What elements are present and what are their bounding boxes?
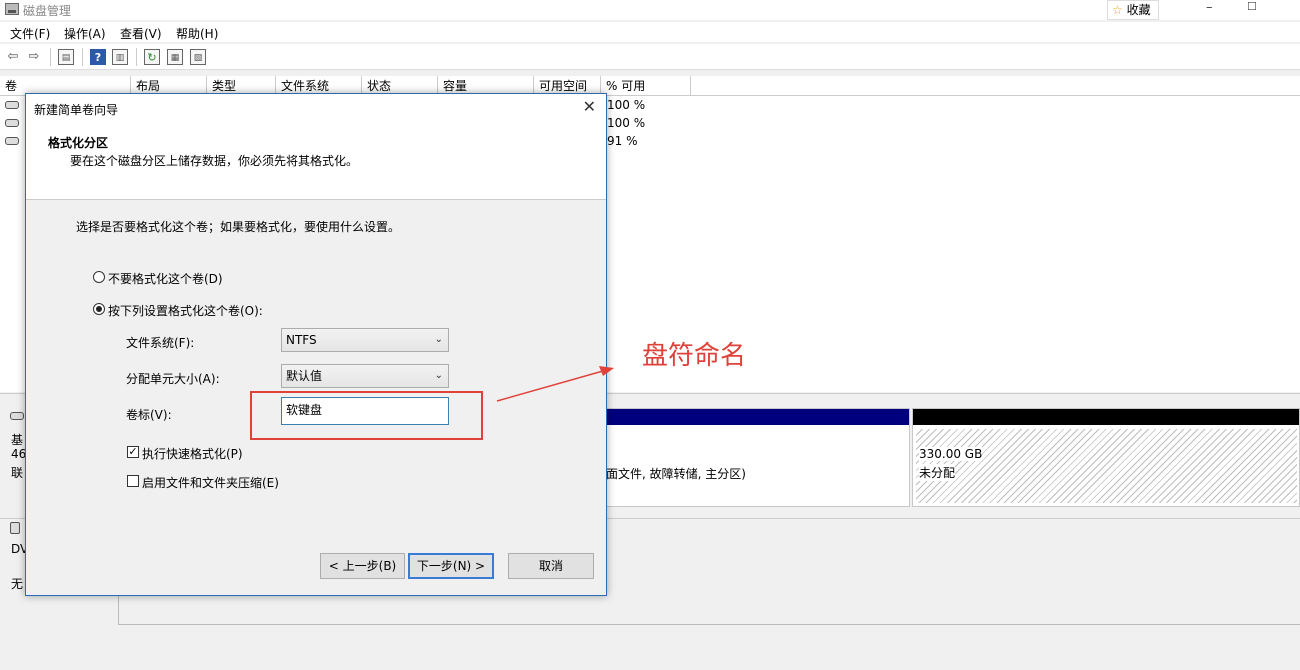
volume-disk-icon (5, 137, 19, 145)
wizard-title: 新建简单卷向导 (34, 103, 119, 117)
restore-button[interactable]: ☐ (1247, 0, 1257, 20)
radio-no-format-label[interactable]: 不要格式化这个卷(D) (108, 270, 223, 287)
help-icon[interactable]: ? (90, 49, 106, 65)
disk1-bottom-line (118, 624, 1300, 625)
cancel-button[interactable]: 取消 (508, 553, 594, 579)
disk0-label-type: 基 (11, 433, 24, 447)
filesystem-label: 文件系统(F): (126, 336, 195, 350)
filesystem-value: NTFS (286, 333, 317, 347)
console-tree-icon[interactable]: ▥ (112, 49, 128, 65)
radio-no-format[interactable] (93, 271, 105, 283)
column-percent-free[interactable]: % 可用 (601, 76, 691, 96)
annotation-highlight-box (250, 391, 483, 440)
menu-action[interactable]: 操作(A) (64, 25, 106, 42)
star-icon: ☆ (1112, 3, 1123, 17)
allocation-unit-label: 分配单元大小(A): (126, 372, 220, 386)
new-simple-volume-wizard: 新建简单卷向导 ✕ 格式化分区 要在这个磁盘分区上储存数据，你必须先将其格式化。… (25, 93, 607, 596)
unallocated-bar (913, 409, 1299, 425)
quick-format-label[interactable]: 执行快速格式化(P) (142, 445, 243, 462)
toolbar-divider (82, 48, 83, 66)
properties-icon[interactable]: ▤ (58, 49, 74, 65)
toolbar: ⇦ ⇨ ▤ ? ▥ ↻ ▦ ▧ (0, 44, 1300, 70)
title-bar: 磁盘管理 ☆ 收藏 – ☐ (0, 0, 1300, 20)
chevron-down-icon: ⌄ (434, 334, 443, 345)
volume-disk-icon (5, 101, 19, 109)
primary-partition-bar (606, 409, 909, 425)
settings-icon[interactable]: ▧ (190, 49, 206, 65)
disk1-label-media: 无 (11, 577, 24, 591)
wizard-heading: 格式化分区 (48, 136, 109, 150)
menu-bar: 文件(F) 操作(A) 查看(V) 帮助(H) (0, 22, 1300, 42)
refresh-icon[interactable]: ↻ (144, 49, 160, 65)
unallocated-status: 未分配 (919, 464, 956, 481)
primary-partition[interactable]: 面文件, 故障转储, 主分区) (605, 408, 910, 507)
forward-arrow-icon[interactable]: ⇨ (26, 49, 42, 65)
toolbar-divider (136, 48, 137, 66)
partition-description: 面文件, 故障转储, 主分区) (606, 467, 746, 481)
favorite-button[interactable]: ☆ 收藏 (1107, 0, 1159, 20)
percent-free-cell: 100 % (607, 116, 646, 130)
favorite-label: 收藏 (1126, 3, 1151, 17)
next-button[interactable]: 下一步(N) > (408, 553, 494, 579)
toolbar-divider (50, 48, 51, 66)
allocation-unit-value: 默认值 (286, 369, 323, 383)
menu-file[interactable]: 文件(F) (10, 25, 50, 42)
wizard-header: 新建简单卷向导 ✕ 格式化分区 要在这个磁盘分区上储存数据，你必须先将其格式化。 (26, 94, 606, 200)
minimize-button[interactable]: – (1206, 0, 1213, 20)
compression-checkbox[interactable] (127, 475, 139, 487)
percent-free-cell: 100 % (607, 98, 646, 112)
disk-management-icon (5, 3, 19, 15)
quick-format-checkbox[interactable]: ✓ (127, 446, 139, 458)
menu-view[interactable]: 查看(V) (120, 25, 162, 42)
close-icon[interactable]: ✕ (583, 97, 596, 116)
wizard-subheading: 要在这个磁盘分区上储存数据，你必须先将其格式化。 (70, 154, 359, 168)
chevron-down-icon: ⌄ (434, 370, 443, 381)
filesystem-select[interactable]: NTFS ⌄ (281, 328, 449, 352)
volume-disk-icon (5, 119, 19, 127)
wizard-prompt: 选择是否要格式化这个卷；如果要格式化，要使用什么设置。 (76, 220, 401, 234)
volume-label-label: 卷标(V): (126, 408, 172, 422)
percent-free-cell: 91 % (607, 134, 638, 148)
disk0-label-size: 46 (11, 447, 27, 461)
radio-format-label[interactable]: 按下列设置格式化这个卷(O): (108, 302, 263, 319)
unallocated-hatch (916, 429, 1297, 503)
window-title: 磁盘管理 (23, 4, 72, 18)
annotation-text: 盘符命名 (642, 341, 747, 371)
rescan-icon[interactable]: ▦ (167, 49, 183, 65)
unallocated-partition[interactable]: 330.00 GB 未分配 (912, 408, 1300, 507)
compression-label[interactable]: 启用文件和文件夹压缩(E) (142, 474, 279, 491)
radio-format[interactable] (93, 303, 105, 315)
menu-help[interactable]: 帮助(H) (176, 25, 218, 42)
back-button[interactable]: < 上一步(B) (320, 553, 405, 579)
unallocated-size: 330.00 GB (919, 447, 983, 461)
disk0-icon (10, 412, 24, 420)
allocation-unit-select[interactable]: 默认值 ⌄ (281, 364, 449, 388)
disk0-label-status: 联 (11, 466, 24, 480)
dvd-drive-icon (10, 522, 20, 534)
back-arrow-icon[interactable]: ⇦ (5, 49, 21, 65)
